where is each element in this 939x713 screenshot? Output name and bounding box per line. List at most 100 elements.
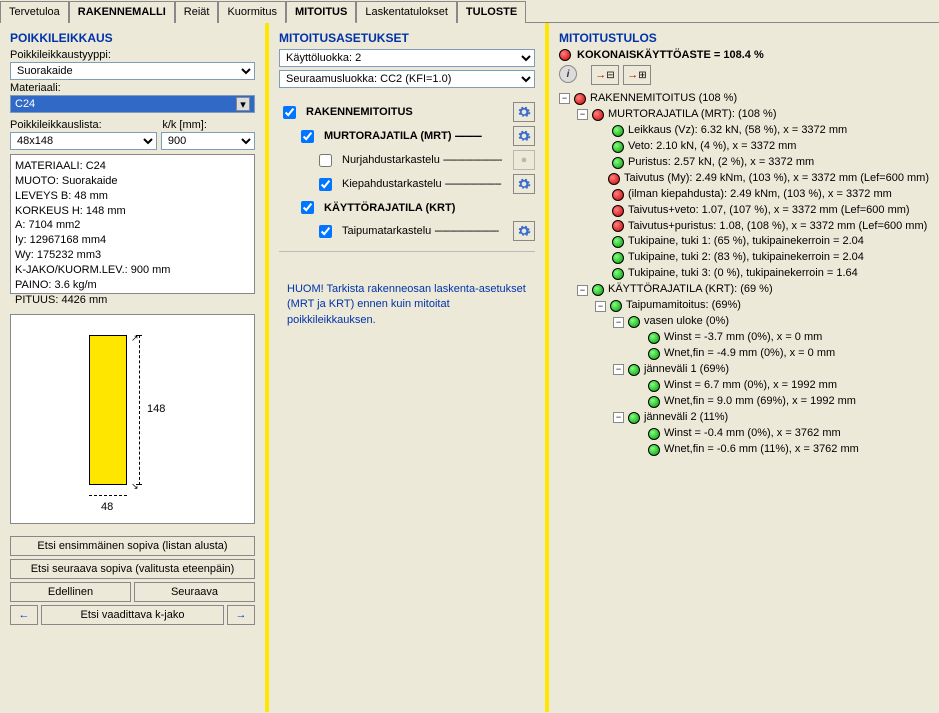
results-toolbar: i →⊟ →⊞ bbox=[559, 65, 929, 85]
tree-row[interactable]: − KÄYTTÖRAJATILA (KRT): (69 %) bbox=[559, 282, 929, 298]
find-kjako-button[interactable]: Etsi vaadittava k-jako bbox=[41, 605, 224, 625]
find-first-button[interactable]: Etsi ensimmäinen sopiva (listan alusta) bbox=[10, 536, 255, 556]
status-dot-icon bbox=[592, 284, 604, 296]
tree-expander-icon[interactable]: − bbox=[613, 364, 624, 375]
tree-row[interactable]: Veto: 2.10 kN, (4 %), x = 3372 mm bbox=[559, 139, 929, 155]
tree-row[interactable]: Taivutus+veto: 1.07, (107 %), x = 3372 m… bbox=[559, 203, 929, 219]
tree-expander-icon[interactable]: − bbox=[613, 317, 624, 328]
status-dot-icon bbox=[559, 49, 571, 61]
tree-expander-icon[interactable]: − bbox=[595, 301, 606, 312]
tree-expander-icon[interactable]: − bbox=[577, 285, 588, 296]
info-line: Wy: 175232 mm3 bbox=[15, 248, 250, 263]
profile-list-select[interactable]: 48x148 bbox=[10, 132, 157, 150]
tab-mitoitus[interactable]: MITOITUS bbox=[286, 1, 356, 23]
arrow-right-button[interactable]: → bbox=[227, 605, 255, 625]
results-tree: −RAKENNEMITOITUS (108 %)−MURTORAJATILA (… bbox=[559, 91, 929, 458]
info-line: PITUUS: 4426 mm bbox=[15, 293, 250, 308]
status-dot-icon bbox=[612, 141, 624, 153]
gear-icon[interactable] bbox=[513, 221, 535, 241]
tree-row[interactable]: Tukipaine, tuki 2: (83 %), tukipainekerr… bbox=[559, 250, 929, 266]
material-label: Materiaali: bbox=[10, 82, 255, 94]
tree-row[interactable]: Leikkaus (Vz): 6.32 kN, (58 %), x = 3372… bbox=[559, 123, 929, 139]
tree-row[interactable]: Wnet,fin = 9.0 mm (69%), x = 1992 mm bbox=[559, 394, 929, 410]
tree-label: KÄYTTÖRAJATILA (KRT): (69 %) bbox=[608, 282, 773, 298]
tree-label: Tukipaine, tuki 3: (0 %), tukipainekerro… bbox=[628, 266, 858, 282]
cross-section-panel: POIKKILEIKKAUS Poikkileikkaustyyppi: Suo… bbox=[0, 23, 269, 712]
tab-laskentatulokset[interactable]: Laskentatulokset bbox=[356, 1, 457, 23]
tree-row[interactable]: −MURTORAJATILA (MRT): (108 %) bbox=[559, 107, 929, 123]
material-select[interactable]: C24 ▾ bbox=[10, 95, 255, 113]
tree-row[interactable]: −RAKENNEMITOITUS (108 %) bbox=[559, 91, 929, 107]
dim-arrow-icon: ↗ bbox=[131, 333, 139, 344]
chevron-down-icon: ▾ bbox=[236, 97, 250, 111]
overall-utilization: KOKONAISKÄYTTÖASTE = 108.4 % bbox=[577, 49, 764, 61]
status-dot-icon bbox=[612, 268, 624, 280]
tree-label: jänneväli 1 (69%) bbox=[644, 362, 729, 378]
arrow-left-button[interactable]: ← bbox=[10, 605, 38, 625]
service-class-select[interactable]: Käyttöluokka: 2 bbox=[279, 49, 535, 67]
info-line: MUOTO: Suorakaide bbox=[15, 174, 250, 189]
design-settings-panel: MITOITUSASETUKSET Käyttöluokka: 2 Seuraa… bbox=[269, 23, 549, 712]
list-label: Poikkileikkauslista: bbox=[10, 119, 158, 131]
tree-row[interactable]: −Taipumamitoitus: (69%) bbox=[559, 298, 929, 314]
expand-button[interactable]: →⊞ bbox=[623, 65, 651, 85]
gear-icon bbox=[513, 150, 535, 170]
krt-check[interactable] bbox=[301, 201, 314, 214]
tree-row[interactable]: Tukipaine, tuki 1: (65 %), tukipainekerr… bbox=[559, 234, 929, 250]
tree-label: Taivutus (My): 2.49 kNm, (103 %), x = 33… bbox=[624, 171, 929, 187]
status-dot-icon bbox=[612, 157, 624, 169]
tree-label: Veto: 2.10 kN, (4 %), x = 3372 mm bbox=[628, 139, 796, 155]
status-dot-icon bbox=[612, 205, 624, 217]
type-label: Poikkileikkaustyyppi: bbox=[10, 49, 255, 61]
status-dot-icon bbox=[612, 220, 624, 232]
tree-row[interactable]: (ilman kiepahdusta): 2.49 kNm, (103 %), … bbox=[559, 187, 929, 203]
tree-expander-icon[interactable]: − bbox=[577, 109, 588, 120]
tree-expander-icon[interactable]: − bbox=[613, 412, 624, 423]
mrt-check[interactable] bbox=[301, 130, 314, 143]
deflection-check[interactable] bbox=[319, 225, 332, 238]
status-dot-icon bbox=[648, 348, 660, 360]
collapse-button[interactable]: →⊟ bbox=[591, 65, 619, 85]
tree-row[interactable]: Winst = -0.4 mm (0%), x = 3762 mm bbox=[559, 426, 929, 442]
ltb-check[interactable] bbox=[319, 178, 332, 191]
status-dot-icon bbox=[648, 444, 660, 456]
structural-design-check[interactable] bbox=[283, 106, 296, 119]
tree-label: Winst = -3.7 mm (0%), x = 0 mm bbox=[664, 330, 822, 346]
tab-rakennemalli[interactable]: RAKENNEMALLI bbox=[69, 1, 175, 23]
gear-icon[interactable] bbox=[513, 174, 535, 194]
structural-design-label: RAKENNEMITOITUS bbox=[306, 106, 507, 118]
tree-row[interactable]: −vasen uloke (0%) bbox=[559, 314, 929, 330]
tree-row[interactable]: − jänneväli 1 (69%) bbox=[559, 362, 929, 378]
gear-icon[interactable] bbox=[513, 126, 535, 146]
find-next-button[interactable]: Etsi seuraava sopiva (valitusta eteenpäi… bbox=[10, 559, 255, 579]
tree-row[interactable]: Winst = -3.7 mm (0%), x = 0 mm bbox=[559, 330, 929, 346]
tree-row[interactable]: Wnet,fin = -0.6 mm (11%), x = 3762 mm bbox=[559, 442, 929, 458]
next-button[interactable]: Seuraava bbox=[134, 582, 255, 602]
tree-row[interactable]: Puristus: 2.57 kN, (2 %), x = 3372 mm bbox=[559, 155, 929, 171]
dim-line-vertical bbox=[139, 335, 140, 485]
tree-expander-icon[interactable]: − bbox=[559, 93, 570, 104]
dim-arrow-icon: ↘ bbox=[131, 481, 139, 492]
tree-row[interactable]: Tukipaine, tuki 3: (0 %), tukipainekerro… bbox=[559, 266, 929, 282]
tab-kuormitus[interactable]: Kuormitus bbox=[218, 1, 286, 23]
info-button[interactable]: i bbox=[559, 65, 577, 83]
prev-button[interactable]: Edellinen bbox=[10, 582, 131, 602]
tree-row[interactable]: Winst = 6.7 mm (0%), x = 1992 mm bbox=[559, 378, 929, 394]
gear-icon[interactable] bbox=[513, 102, 535, 122]
type-select[interactable]: Suorakaide bbox=[10, 62, 255, 80]
kk-select[interactable]: 900 bbox=[161, 132, 255, 150]
tab-reiät[interactable]: Reiät bbox=[175, 1, 219, 23]
consequence-class-select[interactable]: Seuraamusluokka: CC2 (KFI=1.0) bbox=[279, 70, 535, 88]
tree-row[interactable]: Taivutus (My): 2.49 kNm, (103 %), x = 33… bbox=[559, 171, 929, 187]
tree-row[interactable]: Wnet,fin = -4.9 mm (0%), x = 0 mm bbox=[559, 346, 929, 362]
tree-row[interactable]: Taivutus+puristus: 1.08, (108 %), x = 33… bbox=[559, 219, 929, 235]
material-value: C24 bbox=[15, 98, 35, 110]
tree-row[interactable]: −jänneväli 2 (11%) bbox=[559, 410, 929, 426]
buckling-check[interactable] bbox=[319, 154, 332, 167]
status-dot-icon bbox=[612, 252, 624, 264]
profile-diagram: ↗ ↘ 148 48 bbox=[10, 314, 255, 524]
tab-tervetuloa[interactable]: Tervetuloa bbox=[0, 1, 69, 23]
tab-tuloste[interactable]: TULOSTE bbox=[457, 1, 526, 23]
status-dot-icon bbox=[628, 316, 640, 328]
info-line: KORKEUS H: 148 mm bbox=[15, 204, 250, 219]
